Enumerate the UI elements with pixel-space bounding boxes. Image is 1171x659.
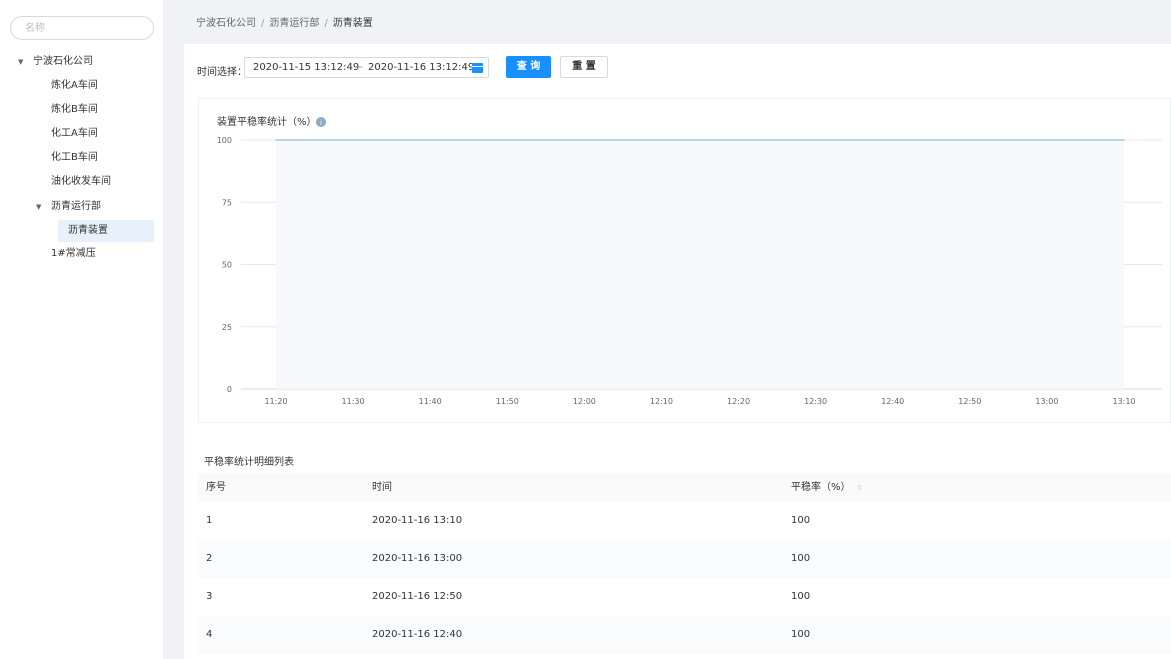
tree-node-label: 炼化B车间: [51, 104, 98, 115]
tree-node-label: 化工A车间: [51, 128, 98, 139]
sort-icon[interactable]: ⇳: [857, 484, 863, 492]
x-tick-label: 12:20: [727, 397, 750, 406]
x-tick-label: 12:30: [804, 397, 827, 406]
cell-rate: 100: [791, 553, 811, 564]
data-point[interactable]: [352, 139, 354, 141]
sidebar: ▼ 宁波石化公司 炼化A车间 炼化B车间 化工A车间 化工B车间 油化收发车间 …: [0, 0, 163, 659]
cell-index: 4: [206, 629, 213, 640]
cell-index: 2: [206, 553, 213, 564]
y-tick-label: 0: [227, 385, 232, 394]
x-tick-label: 12:10: [650, 397, 673, 406]
column-header-index: 序号: [206, 482, 226, 493]
content-panel: 时间选择： 2020-11-15 13:12:49 ~ 2020-11-16 1…: [184, 44, 1171, 659]
reset-button[interactable]: 重 置: [560, 56, 608, 78]
date-range-picker[interactable]: 2020-11-15 13:12:49 ~ 2020-11-16 13:12:4…: [244, 57, 489, 78]
cell-index: 1: [206, 515, 213, 526]
data-point[interactable]: [275, 139, 277, 141]
table-row[interactable]: 1 2020-11-16 13:10 100: [198, 502, 1171, 540]
table-title: 平稳率统计明细列表: [204, 457, 294, 468]
y-tick-label: 50: [222, 261, 232, 270]
tree-node-oil-transfer[interactable]: 油化收发车间: [51, 171, 111, 193]
cell-time: 2020-11-16 13:00: [372, 553, 463, 564]
detail-table: 序号 时间 平稳率（%） ⇳ 1 2020-11-16 13:10 100 2 2…: [198, 473, 1171, 654]
table-row[interactable]: 4 2020-11-16 12:40 100: [198, 616, 1171, 654]
chart-title: 装置平稳率统计（%）: [217, 115, 317, 128]
calendar-icon[interactable]: [472, 63, 483, 73]
tree-node-chemical-a[interactable]: 化工A车间: [51, 123, 98, 145]
data-point[interactable]: [660, 139, 663, 141]
column-header-time: 时间: [372, 482, 392, 493]
data-point[interactable]: [429, 139, 431, 141]
cell-time: 2020-11-16 12:40: [372, 629, 463, 640]
data-point[interactable]: [1046, 139, 1048, 141]
tree-node-atm-vacuum[interactable]: 1#常减压: [51, 243, 96, 265]
x-tick-label: 11:20: [264, 397, 287, 406]
query-button[interactable]: 查 询: [506, 56, 551, 78]
info-icon[interactable]: i: [316, 117, 326, 127]
tree-node-asphalt-unit[interactable]: 沥青装置: [58, 220, 154, 242]
breadcrumb-item-company[interactable]: 宁波石化公司: [196, 18, 256, 29]
x-tick-label: 11:40: [419, 397, 442, 406]
x-tick-label: 11:50: [496, 397, 519, 406]
tree-node-chemical-b[interactable]: 化工B车间: [51, 147, 98, 169]
x-tick-label: 12:40: [881, 397, 904, 406]
y-tick-label: 25: [222, 323, 232, 332]
data-point[interactable]: [969, 139, 971, 141]
table-row[interactable]: 2 2020-11-16 13:00 100: [198, 540, 1171, 578]
x-tick-label: 13:00: [1035, 397, 1058, 406]
stability-chart: 装置平稳率统计（%） i 0 25 50 75 100 11:20 11:30 11:40 11…: [217, 115, 1162, 406]
data-point[interactable]: [814, 139, 817, 141]
cell-time: 2020-11-16 13:10: [372, 515, 463, 526]
search-input[interactable]: [11, 17, 153, 39]
breadcrumb-item-department[interactable]: 沥青运行部: [269, 18, 319, 29]
chart-card: 装置平稳率统计（%） i 0 25 50 75 100 11:20 11:30 11:40 11…: [198, 98, 1171, 423]
range-end-value[interactable]: 2020-11-16 13:12:49: [368, 62, 474, 73]
data-point[interactable]: [891, 139, 894, 141]
main-area: 宁波石化公司 / 沥青运行部 / 沥青装置 时间选择： 2020-11-15 13:12…: [174, 0, 1171, 659]
range-separator: ~: [355, 62, 364, 73]
time-filter-label: 时间选择：: [197, 67, 247, 78]
search-box[interactable]: [10, 16, 154, 40]
caret-down-icon[interactable]: ▼: [36, 196, 41, 218]
tree-node-label: 1#常减压: [51, 248, 96, 259]
svg-text:i: i: [320, 119, 322, 127]
column-header-rate-label: 平稳率（%）: [791, 482, 851, 493]
y-tick-label: 100: [217, 136, 232, 145]
x-tick-label: 12:00: [573, 397, 596, 406]
table-header: 序号 时间 平稳率（%） ⇳: [198, 473, 1171, 502]
tree-node-label: 炼化A车间: [51, 80, 98, 91]
tree-node-label: 化工B车间: [51, 152, 98, 163]
cell-rate: 100: [791, 591, 811, 602]
cell-index: 3: [206, 591, 213, 602]
data-point[interactable]: [1123, 139, 1125, 141]
tree-node-label: 沥青装置: [68, 225, 108, 236]
cell-time: 2020-11-16 12:50: [372, 591, 463, 602]
breadcrumb-item-current: 沥青装置: [332, 18, 373, 29]
x-tick-label: 13:10: [1112, 397, 1135, 406]
cell-rate: 100: [791, 515, 811, 526]
tree-node-label: 沥青运行部: [51, 201, 101, 212]
range-start-value[interactable]: 2020-11-15 13:12:49: [253, 62, 359, 73]
y-tick-label: 75: [222, 198, 232, 207]
data-point[interactable]: [506, 139, 509, 141]
column-header-rate[interactable]: 平稳率（%） ⇳: [791, 473, 862, 503]
breadcrumb: 宁波石化公司 / 沥青运行部 / 沥青装置: [196, 14, 373, 29]
cell-rate: 100: [791, 629, 811, 640]
table-row[interactable]: 3 2020-11-16 12:50 100: [198, 578, 1171, 616]
data-point[interactable]: [737, 139, 740, 141]
series-area: [276, 140, 1124, 389]
data-point[interactable]: [583, 139, 586, 141]
breadcrumb-separator: /: [324, 18, 328, 29]
x-tick-label: 12:50: [958, 397, 981, 406]
tree-node-refining-a[interactable]: 炼化A车间: [51, 75, 98, 97]
tree-node-label: 宁波石化公司: [33, 56, 93, 67]
x-tick-label: 11:30: [342, 397, 365, 406]
tree-node-refining-b[interactable]: 炼化B车间: [51, 99, 98, 121]
breadcrumb-separator: /: [261, 18, 265, 29]
tree-node-label: 油化收发车间: [51, 176, 111, 187]
caret-down-icon[interactable]: ▼: [18, 51, 23, 73]
